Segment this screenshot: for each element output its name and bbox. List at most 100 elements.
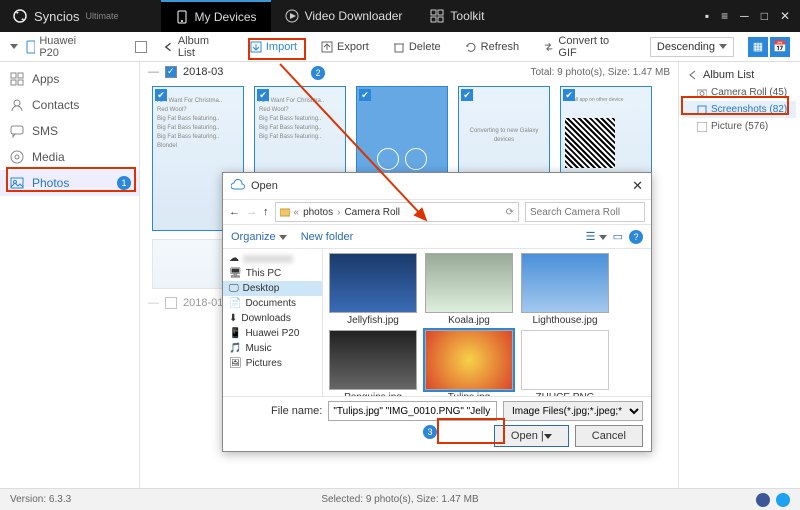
left-sidebar: Apps Contacts SMS Media Photos 1 <box>0 62 140 488</box>
file-item[interactable]: ZHUCE.PNG <box>519 330 611 396</box>
side-music[interactable]: 🎵Music <box>223 341 322 356</box>
nav-up-button[interactable]: ↑ <box>263 206 269 218</box>
menu-icon[interactable]: ≡ <box>721 9 728 23</box>
view-date-button[interactable]: 📅 <box>770 37 790 57</box>
nav-video-downloader[interactable]: Video Downloader <box>271 0 417 32</box>
device-selector[interactable]: Huawei P20 <box>26 35 95 59</box>
open-button[interactable]: Open | <box>494 425 569 447</box>
nav-video-downloader-label: Video Downloader <box>305 9 403 23</box>
export-button[interactable]: Export <box>313 38 377 56</box>
open-file-dialog: Open ✕ ← → ↑ « photos › Camera Roll ⟳ Or… <box>222 172 652 452</box>
side-huawei-p20[interactable]: 📱Huawei P20 <box>223 326 322 341</box>
contacts-icon <box>10 98 24 112</box>
delete-button[interactable]: Delete <box>385 38 449 56</box>
facebook-icon[interactable] <box>756 493 770 507</box>
file-type-filter[interactable]: Image Files(*.jpg;*.jpeg;*.png;*. <box>503 401 643 421</box>
group-summary: Total: 9 photo(s), Size: 1.47 MB <box>530 67 670 78</box>
sidebar-item-apps[interactable]: Apps <box>0 66 139 92</box>
sidebar-item-media[interactable]: Media <box>0 144 139 170</box>
side-downloads[interactable]: ⬇Downloads <box>223 311 322 326</box>
file-item[interactable]: Tulips.jpg <box>423 330 515 396</box>
sms-icon <box>10 124 24 138</box>
photos-icon <box>10 176 24 190</box>
sort-button[interactable]: Descending <box>650 37 734 57</box>
apps-icon <box>10 72 24 86</box>
album-list-header-label: Album List <box>703 69 754 81</box>
nav-back-button[interactable]: ← <box>229 206 240 218</box>
selection-summary: Selected: 9 photo(s), Size: 1.47 MB <box>321 494 478 505</box>
side-pictures[interactable]: 🖼Pictures <box>223 356 322 371</box>
group-checkbox[interactable] <box>165 66 177 78</box>
file-item[interactable]: Jellyfish.jpg <box>327 253 419 326</box>
select-all-checkbox[interactable] <box>135 41 146 53</box>
dialog-titlebar: Open ✕ <box>223 173 651 199</box>
feedback-icon[interactable]: ▪ <box>705 9 709 23</box>
side-desktop[interactable]: 🖵Desktop <box>223 281 322 296</box>
side-this-pc[interactable]: 🖥This PC <box>223 266 322 281</box>
file-item[interactable]: Penguins.jpg <box>327 330 419 396</box>
nav-toolkit[interactable]: Toolkit <box>416 0 498 32</box>
group-checkbox-2[interactable] <box>165 297 177 309</box>
annotation-badge-1: 1 <box>117 176 131 190</box>
screenshot-icon <box>697 105 707 115</box>
file-item[interactable]: Lighthouse.jpg <box>519 253 611 326</box>
sort-label: Descending <box>657 41 715 53</box>
file-item[interactable]: Koala.jpg <box>423 253 515 326</box>
organize-menu[interactable]: Organize <box>231 231 287 243</box>
dialog-close-button[interactable]: ✕ <box>632 178 643 194</box>
window-controls: ▪ ≡ ─ □ ✕ <box>705 9 800 23</box>
nav-forward-button[interactable]: → <box>246 206 257 218</box>
album-list-label: Album List <box>178 35 226 59</box>
annotation-badge-2: 2 <box>311 66 325 80</box>
delete-label: Delete <box>409 41 441 53</box>
album-screenshots[interactable]: Screenshots (82) <box>683 101 796 118</box>
sidebar-item-label: Media <box>32 150 65 164</box>
export-label: Export <box>337 41 369 53</box>
dialog-search-input[interactable] <box>525 202 645 222</box>
import-icon <box>250 41 262 53</box>
filename-input[interactable] <box>328 401 497 421</box>
sidebar-item-contacts[interactable]: Contacts <box>0 92 139 118</box>
path-part: photos <box>303 207 333 218</box>
cancel-button[interactable]: Cancel <box>575 425 643 447</box>
album-list-button[interactable]: Album List <box>155 32 234 62</box>
view-grid-button[interactable]: ▦ <box>748 37 768 57</box>
side-documents[interactable]: 📄Documents <box>223 296 322 311</box>
sidebar-item-sms[interactable]: SMS <box>0 118 139 144</box>
phone-small-icon <box>26 40 35 54</box>
folder-icon <box>280 207 290 217</box>
sidebar-item-photos[interactable]: Photos 1 <box>0 170 139 196</box>
preview-pane-button[interactable]: ▭ <box>613 230 623 244</box>
social-links <box>756 493 790 507</box>
nav-my-devices-label: My Devices <box>195 10 257 24</box>
refresh-label: Refresh <box>481 41 520 53</box>
maximize-button[interactable]: □ <box>761 9 768 23</box>
minimize-button[interactable]: ─ <box>740 9 749 23</box>
play-icon <box>285 9 299 23</box>
import-button[interactable]: Import <box>242 38 305 56</box>
breadcrumb-path[interactable]: « photos › Camera Roll ⟳ <box>275 202 520 222</box>
device-dropdown-icon[interactable] <box>10 44 18 49</box>
refresh-button[interactable]: Refresh <box>457 38 528 56</box>
cloud-icon <box>231 179 245 193</box>
sidebar-item-label: Photos <box>32 176 69 190</box>
view-toggles: ▦ 📅 <box>748 37 790 57</box>
help-button[interactable]: ? <box>629 230 643 244</box>
title-bar: Syncios Ultimate My Devices Video Downlo… <box>0 0 800 32</box>
group-header-1: — 2018-03 Total: 9 photo(s), Size: 1.47 … <box>140 62 678 82</box>
convert-gif-button[interactable]: Convert to GIF <box>535 32 634 62</box>
dialog-bottom: File name: Image Files(*.jpg;*.jpeg;*.pn… <box>223 396 651 451</box>
twitter-icon[interactable] <box>776 493 790 507</box>
nav-my-devices[interactable]: My Devices <box>161 0 271 32</box>
view-options-button[interactable]: ☰ <box>586 230 607 244</box>
filename-label: File name: <box>271 405 322 417</box>
new-folder-button[interactable]: New folder <box>301 231 354 243</box>
side-onedrive[interactable]: ☁ <box>223 251 322 266</box>
status-bar: Version: 6.3.3 Selected: 9 photo(s), Siz… <box>0 488 800 510</box>
close-window-button[interactable]: ✕ <box>780 9 790 23</box>
dialog-title: Open <box>251 180 278 192</box>
album-camera-roll[interactable]: Camera Roll (45) <box>683 84 796 101</box>
toolbar: Huawei P20 Album List Import Export Dele… <box>0 32 800 62</box>
sync-icon <box>12 8 28 24</box>
album-picture[interactable]: Picture (576) <box>683 118 796 135</box>
